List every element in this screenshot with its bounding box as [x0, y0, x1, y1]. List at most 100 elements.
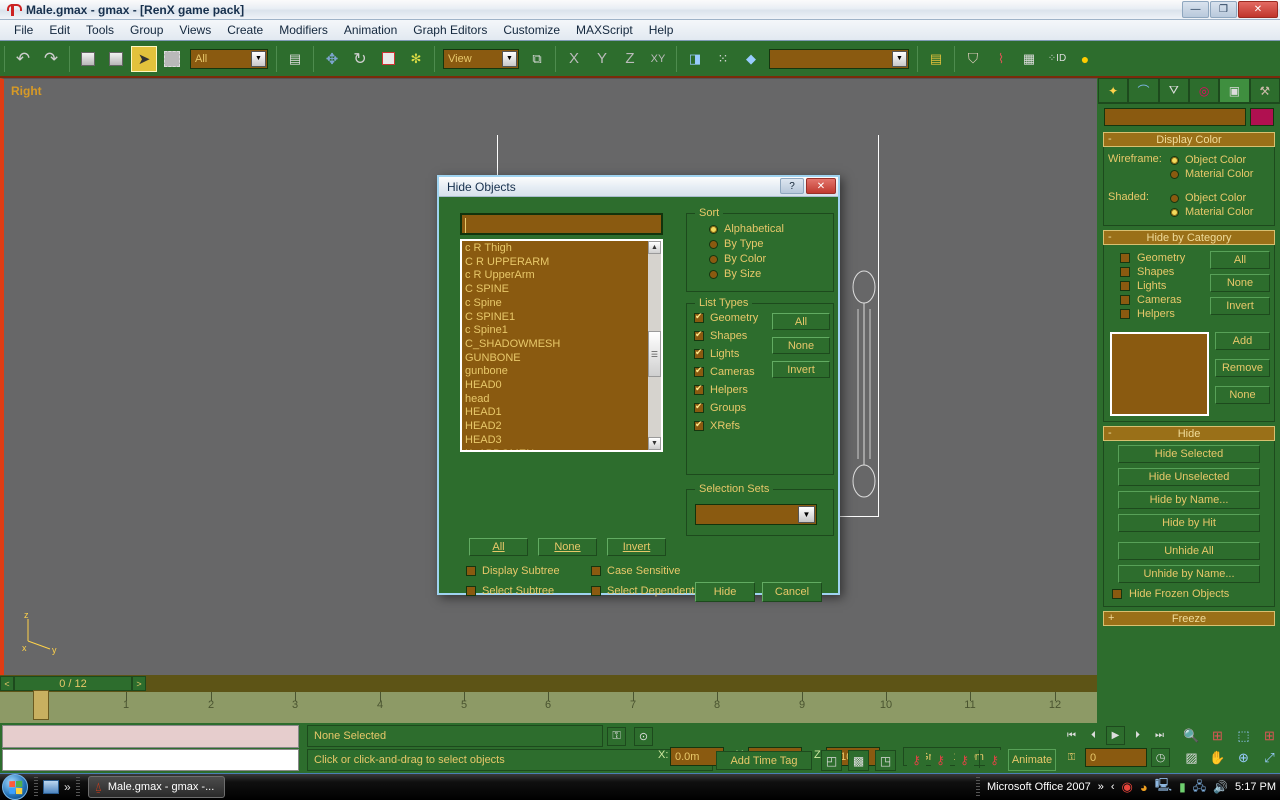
set-key-percent-icon[interactable]: ⚷ — [955, 750, 974, 769]
zoom-all-icon[interactable]: ⊞ — [1208, 726, 1227, 745]
help-button[interactable]: ? — [780, 178, 804, 194]
list-item[interactable]: c Spine1 — [465, 324, 647, 338]
hide-by-name-button[interactable]: Hide by Name... — [1118, 491, 1260, 509]
tray-expand-arrow-icon[interactable]: ‹ — [1111, 781, 1115, 793]
undo-icon[interactable]: ↶ — [10, 46, 36, 72]
align-icon[interactable]: ⁙ — [710, 46, 736, 72]
select-and-scale-icon[interactable] — [375, 46, 401, 72]
animate-button[interactable]: Animate — [1008, 749, 1056, 771]
shaded-object-color-option[interactable]: Object Color — [1170, 192, 1270, 204]
rollout-freeze-header[interactable]: + Freeze — [1103, 611, 1275, 626]
set-key-2-icon[interactable]: ⚷ — [907, 750, 926, 769]
list-item[interactable]: c R Thigh — [465, 242, 647, 256]
list-item[interactable]: c R UpperArm — [465, 269, 647, 283]
select-and-move-icon[interactable]: ✥ — [319, 46, 345, 72]
key-mode-toggle-icon[interactable]: ⚿ — [1062, 748, 1081, 767]
select-none-button[interactable]: None — [538, 538, 597, 556]
menu-group[interactable]: Group — [122, 21, 171, 39]
pan-icon[interactable]: ✋ — [1208, 748, 1227, 767]
toolbar-grip[interactable] — [76, 777, 80, 797]
list-types-all-button[interactable]: All — [772, 313, 830, 330]
select-all-button[interactable]: All — [469, 538, 528, 556]
object-list-box[interactable]: c R Thigh C R UPPERARM c R UpperArm C SP… — [460, 239, 663, 452]
unlink-selection-icon[interactable] — [103, 46, 129, 72]
close-button[interactable]: ✕ — [1238, 1, 1278, 18]
list-item[interactable]: gunbone — [465, 365, 647, 379]
tray-chevron-icon[interactable]: » — [1098, 781, 1104, 793]
list-item[interactable]: HEAD0 — [465, 379, 647, 393]
list-type-xrefs[interactable]: XRefs — [694, 420, 772, 432]
add-time-tag-button[interactable]: Add Time Tag — [716, 751, 812, 770]
menu-customize[interactable]: Customize — [495, 21, 568, 39]
start-button-icon[interactable] — [2, 774, 28, 800]
show-desktop-icon[interactable] — [43, 780, 59, 794]
dialog-close-button[interactable]: ✕ — [806, 178, 836, 194]
list-item[interactable]: HEAD1 — [465, 406, 647, 420]
prev-frame-button[interactable]: < — [0, 676, 14, 691]
schematic-view-icon[interactable]: ⛉ — [960, 46, 986, 72]
list-type-cameras[interactable]: Cameras — [694, 366, 772, 378]
maxscript-entry-field[interactable] — [2, 749, 299, 771]
zoom-extents-all-icon[interactable]: ⊞ — [1260, 726, 1279, 745]
select-by-name-icon[interactable]: ▤ — [282, 46, 308, 72]
display-tab[interactable]: ▣ — [1219, 78, 1249, 103]
taskbar-button-gmax[interactable]: ⍙ Male.gmax - gmax -... — [88, 776, 226, 798]
motion-tab[interactable]: ◎ — [1189, 78, 1219, 103]
category-remove-button[interactable]: Remove — [1215, 359, 1270, 377]
list-types-none-button[interactable]: None — [772, 337, 830, 354]
zoom-extents-icon[interactable]: ⬚ — [1234, 726, 1253, 745]
category-list-none-button[interactable]: None — [1215, 386, 1270, 404]
angle-snap-toggle-icon[interactable]: ▩ — [848, 750, 869, 771]
object-list-scrollbar[interactable]: ▲ ☰ ▼ — [647, 241, 661, 450]
network-icon[interactable]: 🖧 — [1193, 777, 1206, 798]
go-to-end-icon[interactable]: ⏭ — [1150, 726, 1169, 745]
menu-graph-editors[interactable]: Graph Editors — [405, 21, 495, 39]
list-item[interactable]: c Spine — [465, 297, 647, 311]
battery-icon[interactable]: ▮ — [1179, 780, 1186, 794]
menu-file[interactable]: File — [6, 21, 41, 39]
wireframe-object-color-option[interactable]: Object Color — [1170, 154, 1270, 166]
frame-counter[interactable]: 0 / 12 — [14, 676, 132, 691]
object-name-field[interactable] — [1104, 108, 1246, 126]
menu-tools[interactable]: Tools — [78, 21, 122, 39]
previous-frame-icon[interactable]: ⏴ — [1084, 726, 1103, 745]
unhide-by-name-button[interactable]: Unhide by Name... — [1118, 565, 1260, 583]
select-subtree-checkbox[interactable]: Select Subtree — [466, 585, 574, 597]
network-pc-icon[interactable]: 🖳 — [1155, 776, 1172, 798]
reference-coordinate-system-combo[interactable]: View ▼ — [443, 49, 519, 69]
material-navigator-icon[interactable]: ⌇ — [988, 46, 1014, 72]
list-item[interactable]: C SPINE1 — [465, 311, 647, 325]
chevron-down-icon[interactable]: ▼ — [798, 506, 815, 523]
list-type-shapes[interactable]: Shapes — [694, 330, 772, 342]
cancel-button[interactable]: Cancel — [762, 582, 822, 602]
list-item[interactable]: head — [465, 393, 647, 407]
category-none-button[interactable]: None — [1210, 274, 1270, 292]
list-item[interactable]: C_SHADOWMESH — [465, 338, 647, 352]
list-type-lights[interactable]: Lights — [694, 348, 772, 360]
hide-frozen-objects-checkbox[interactable]: Hide Frozen Objects — [1112, 588, 1260, 600]
snaps-toggle-icon[interactable]: ◰ — [821, 750, 842, 771]
av-icon[interactable]: ◕ — [1140, 780, 1148, 795]
wireframe-material-color-option[interactable]: Material Color — [1170, 168, 1270, 180]
chevron-down-icon[interactable]: ▼ — [251, 51, 266, 67]
restrict-to-x-icon[interactable]: X — [561, 46, 587, 72]
zoom-icon[interactable]: 🔍 — [1182, 726, 1201, 745]
object-name-search-input[interactable] — [460, 213, 663, 235]
arc-rotate-icon[interactable]: ⊕ — [1234, 748, 1253, 767]
shaded-material-color-option[interactable]: Material Color — [1170, 206, 1270, 218]
percent-snap-toggle-icon[interactable]: ◳ — [875, 750, 896, 771]
viewport-bone-object[interactable] — [849, 269, 879, 499]
scroll-up-icon[interactable]: ▲ — [648, 241, 661, 254]
select-dependents-checkbox[interactable]: Select Dependents — [591, 585, 700, 597]
color-clipboard-icon[interactable]: ● — [1072, 46, 1098, 72]
next-frame-button[interactable]: > — [132, 676, 146, 691]
key-filters-icon[interactable]: ⚷ — [985, 750, 1004, 769]
use-pivot-point-center-icon[interactable]: ⧉ — [524, 46, 550, 72]
create-tab[interactable]: ✦ — [1098, 78, 1128, 103]
list-types-invert-button[interactable]: Invert — [772, 361, 830, 378]
menu-maxscript[interactable]: MAXScript — [568, 21, 641, 39]
play-animation-icon[interactable]: ▶ — [1106, 726, 1125, 745]
object-id-icon[interactable]: ⁘ID — [1044, 46, 1070, 72]
list-item[interactable]: C SPINE — [465, 283, 647, 297]
sort-by-color-option[interactable]: By Color — [709, 253, 833, 265]
